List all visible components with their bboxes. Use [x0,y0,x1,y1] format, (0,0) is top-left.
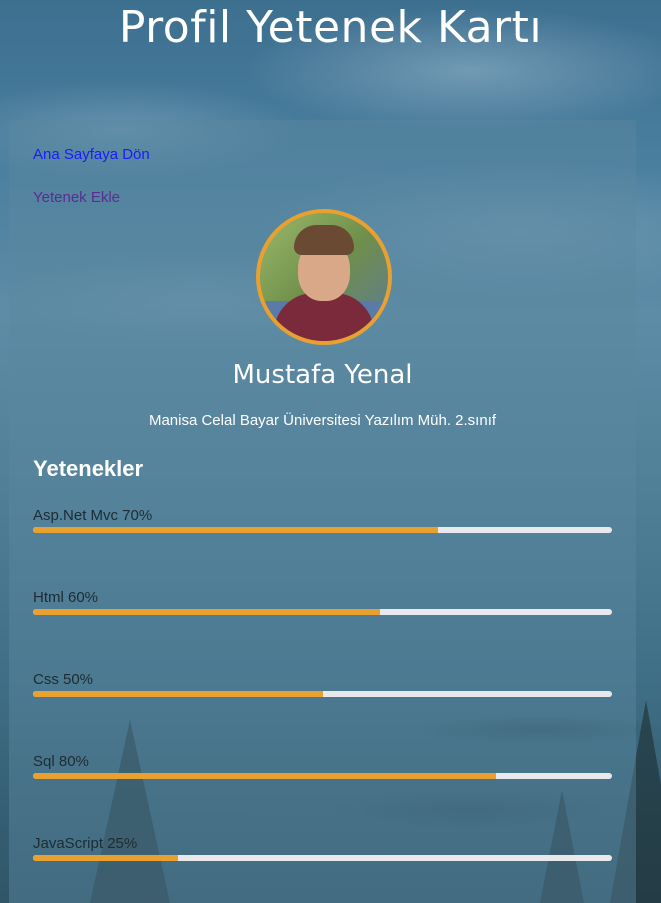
skill-progress-fill [33,527,439,533]
skill-progress-bar [33,527,612,533]
skill-label: Asp.Net Mvc 70% [33,507,153,524]
skill-progress-fill [33,855,178,861]
skill-item: Css 50% [33,671,612,697]
skill-item: Asp.Net Mvc 70% [33,507,612,533]
skill-progress-bar [33,773,612,779]
skill-item: Html 60% [33,589,612,615]
skill-label: Css 50% [33,671,94,688]
skill-progress-fill [33,609,381,615]
page-title: Profil Yetenek Kartı [118,2,543,53]
skills-heading: Yetenekler [33,456,144,481]
profile-card: Ana Sayfaya Dön Yetenek Ekle Mustafa Yen… [9,120,636,903]
skill-item: Sql 80% [33,753,612,779]
skill-progress-bar [33,691,612,697]
skill-progress-fill [33,691,323,697]
skill-label: Sql 80% [33,753,89,770]
skill-progress-bar [33,855,612,861]
home-link[interactable]: Ana Sayfaya Dön [33,146,150,163]
add-skill-link[interactable]: Yetenek Ekle [33,189,120,206]
skill-item: JavaScript 25% [33,835,612,861]
profile-description: Manisa Celal Bayar Üniversitesi Yazılım … [148,412,497,429]
avatar [256,209,392,345]
skill-label: JavaScript 25% [33,835,138,852]
skill-progress-fill [33,773,497,779]
profile-name: Mustafa Yenal [232,360,413,390]
skill-progress-bar [33,609,612,615]
skill-label: Html 60% [33,589,99,606]
